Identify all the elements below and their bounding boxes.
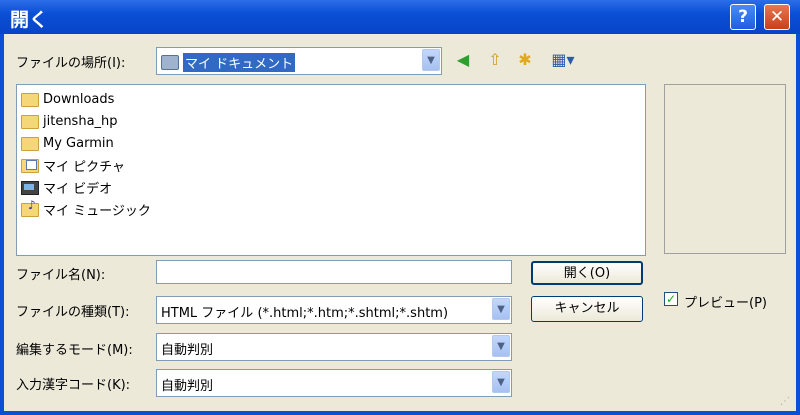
charcode-value: 自動判別 bbox=[161, 379, 214, 394]
preview-pane bbox=[664, 84, 786, 254]
title-bar: 開く ? ✕ bbox=[0, 0, 800, 34]
my-music-icon: ♪ bbox=[21, 198, 39, 217]
location-select[interactable]: マイ ドキュメント ▼ bbox=[156, 47, 442, 75]
list-item-label: Downloads bbox=[43, 91, 115, 107]
help-button[interactable]: ? bbox=[730, 4, 756, 30]
my-videos-icon bbox=[21, 179, 39, 195]
resize-grip-icon[interactable]: ⋰ bbox=[780, 396, 790, 407]
chevron-down-icon[interactable]: ▼ bbox=[422, 49, 440, 71]
my-documents-icon bbox=[161, 55, 179, 70]
list-item-label: jitensha_hp bbox=[43, 113, 118, 129]
back-icon[interactable]: ◀ bbox=[452, 49, 474, 71]
location-label: ファイルの場所(I): bbox=[16, 56, 126, 71]
list-item[interactable]: My Garmin bbox=[21, 133, 114, 153]
list-item-label: マイ ピクチャ bbox=[43, 159, 126, 175]
my-pictures-icon bbox=[21, 157, 39, 173]
list-item[interactable]: Downloads bbox=[21, 89, 114, 109]
filetype-value: HTML ファイル (*.html;*.htm;*.shtml;*.shtm) bbox=[161, 306, 449, 321]
list-item-label: マイ ミュージック bbox=[43, 203, 151, 219]
window-frame-right bbox=[796, 34, 800, 415]
views-menu-icon[interactable]: ▦▾ bbox=[546, 49, 580, 71]
list-item[interactable]: マイ ピクチャ bbox=[21, 155, 125, 175]
window-frame-left bbox=[0, 34, 4, 415]
folder-icon bbox=[21, 135, 39, 151]
window-title: 開く bbox=[10, 9, 49, 31]
preview-checkbox-label[interactable]: プレビュー(P) bbox=[684, 292, 767, 311]
chevron-down-icon[interactable]: ▼ bbox=[492, 335, 510, 357]
list-item[interactable]: マイ ビデオ bbox=[21, 177, 112, 197]
list-item[interactable]: jitensha_hp bbox=[21, 111, 118, 131]
chevron-down-icon[interactable]: ▼ bbox=[492, 298, 510, 320]
new-folder-icon[interactable]: ✱ bbox=[514, 49, 536, 71]
editmode-label: 編集するモード(M): bbox=[16, 343, 133, 358]
chevron-down-icon[interactable]: ▼ bbox=[492, 371, 510, 393]
list-item[interactable]: ♪ マイ ミュージック bbox=[21, 198, 151, 219]
filename-input[interactable] bbox=[156, 260, 512, 284]
open-button[interactable]: 開く(O) bbox=[531, 261, 643, 285]
filetype-label: ファイルの種類(T): bbox=[16, 305, 130, 320]
folder-icon bbox=[21, 113, 39, 129]
filetype-select[interactable]: HTML ファイル (*.html;*.htm;*.shtml;*.shtm) … bbox=[156, 296, 512, 324]
editmode-value: 自動判別 bbox=[161, 343, 214, 358]
list-item-label: マイ ビデオ bbox=[43, 181, 113, 197]
editmode-select[interactable]: 自動判別 ▼ bbox=[156, 333, 512, 361]
charcode-label: 入力漢字コード(K): bbox=[16, 378, 131, 393]
folder-icon bbox=[21, 91, 39, 107]
file-list[interactable]: Downloads jitensha_hp My Garmin マイ ピクチャ … bbox=[16, 84, 646, 256]
filename-label: ファイル名(N): bbox=[16, 268, 106, 283]
location-value: マイ ドキュメント bbox=[183, 53, 296, 72]
preview-checkbox[interactable]: ✓ bbox=[664, 292, 678, 306]
up-folder-icon[interactable]: ⇧ bbox=[484, 49, 506, 71]
window-frame-bottom bbox=[0, 411, 800, 415]
close-button[interactable]: ✕ bbox=[764, 4, 790, 30]
cancel-button[interactable]: キャンセル bbox=[531, 296, 643, 322]
list-item-label: My Garmin bbox=[43, 135, 114, 151]
charcode-select[interactable]: 自動判別 ▼ bbox=[156, 369, 512, 397]
